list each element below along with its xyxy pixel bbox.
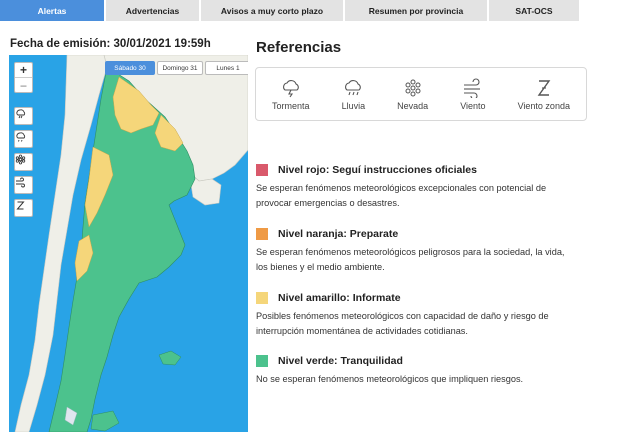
storm-filter-button[interactable] bbox=[14, 107, 33, 125]
tierra-del-fuego bbox=[90, 410, 120, 432]
alert-map[interactable]: + − Sábado 30 Domingo 31 Lunes 1 bbox=[9, 55, 248, 432]
legend-label: Lluvia bbox=[341, 100, 366, 111]
level-description: Posibles fenómenos meteorológicos con ca… bbox=[256, 311, 549, 336]
zoom-control: + − bbox=[14, 62, 33, 93]
legend-label: Viento zonda bbox=[517, 100, 570, 111]
tab-advertencias[interactable]: Advertencias bbox=[106, 0, 199, 21]
zonda-wind-icon bbox=[16, 201, 25, 210]
day-tab-lunes[interactable]: Lunes 1 bbox=[205, 61, 248, 75]
tab-avisos-corto-plazo[interactable]: Avisos a muy corto plazo bbox=[201, 0, 343, 21]
rain-icon bbox=[345, 79, 362, 95]
legend-label: Viento bbox=[460, 100, 486, 111]
day-tab-sabado[interactable]: Sábado 30 bbox=[105, 61, 155, 75]
level-description: No se esperan fenómenos meteorológicos q… bbox=[256, 374, 524, 384]
level-title: Nivel rojo: Seguí instrucciones oficiale… bbox=[278, 164, 477, 176]
tab-bar: Alertas Advertencias Avisos a muy corto … bbox=[0, 0, 642, 22]
references-title: Referencias bbox=[256, 39, 342, 56]
tab-resumen-provincia[interactable]: Resumen por provincia bbox=[345, 0, 487, 21]
wind-filter-button[interactable] bbox=[14, 176, 33, 194]
yellow-swatch bbox=[256, 292, 268, 304]
tab-sat-ocs[interactable]: SAT-OCS bbox=[489, 0, 579, 21]
level-title: Nivel verde: Tranquilidad bbox=[278, 355, 403, 367]
map-canvas bbox=[14, 55, 248, 432]
zoom-out-button[interactable]: − bbox=[15, 78, 32, 93]
level-green: Nivel verde: Tranquilidad No se esperan … bbox=[256, 355, 576, 387]
storm-icon bbox=[282, 79, 299, 97]
legend-item-rain: Lluvia bbox=[341, 78, 366, 111]
level-description: Se esperan fenómenos meteorológicos exce… bbox=[256, 183, 547, 208]
level-description: Se esperan fenómenos meteorológicos peli… bbox=[256, 247, 565, 272]
snow-icon bbox=[405, 79, 421, 96]
rain-icon bbox=[16, 132, 26, 142]
legend-label: Tormenta bbox=[272, 100, 310, 111]
snow-icon bbox=[15, 154, 26, 165]
level-title: Nivel amarillo: Informate bbox=[278, 292, 401, 304]
red-swatch bbox=[256, 164, 268, 176]
issue-date: Fecha de emisión: 30/01/2021 19:59h bbox=[10, 38, 211, 50]
day-tab-domingo[interactable]: Domingo 31 bbox=[157, 61, 203, 75]
legend-item-storm: Tormenta bbox=[272, 78, 310, 111]
level-title: Nivel naranja: Preparate bbox=[278, 228, 399, 240]
green-swatch bbox=[256, 355, 268, 367]
snow-filter-button[interactable] bbox=[14, 153, 33, 171]
phenomena-legend: Tormenta Lluvia Nevada Viento Viento zon… bbox=[255, 67, 587, 121]
wind-icon bbox=[463, 77, 480, 98]
level-yellow: Nivel amarillo: Informate Posibles fenóm… bbox=[256, 292, 576, 339]
level-orange: Nivel naranja: Preparate Se esperan fenó… bbox=[256, 228, 576, 275]
legend-item-wind: Viento bbox=[460, 77, 486, 111]
legend-label: Nevada bbox=[397, 100, 429, 111]
storm-icon bbox=[16, 109, 26, 119]
zonda-wind-icon bbox=[537, 79, 551, 96]
malvinas-islands bbox=[158, 350, 182, 366]
day-selector: Sábado 30 Domingo 31 Lunes 1 bbox=[103, 61, 248, 75]
legend-item-snow: Nevada bbox=[397, 78, 428, 111]
rain-filter-button[interactable] bbox=[14, 130, 33, 148]
wind-icon bbox=[16, 177, 25, 188]
level-red: Nivel rojo: Seguí instrucciones oficiale… bbox=[256, 164, 576, 211]
legend-item-zonda-wind: Viento zonda bbox=[518, 78, 570, 111]
orange-swatch bbox=[256, 228, 268, 240]
zoom-in-button[interactable]: + bbox=[15, 63, 32, 78]
zonda-filter-button[interactable] bbox=[14, 199, 33, 217]
tab-alertas[interactable]: Alertas bbox=[0, 0, 104, 21]
